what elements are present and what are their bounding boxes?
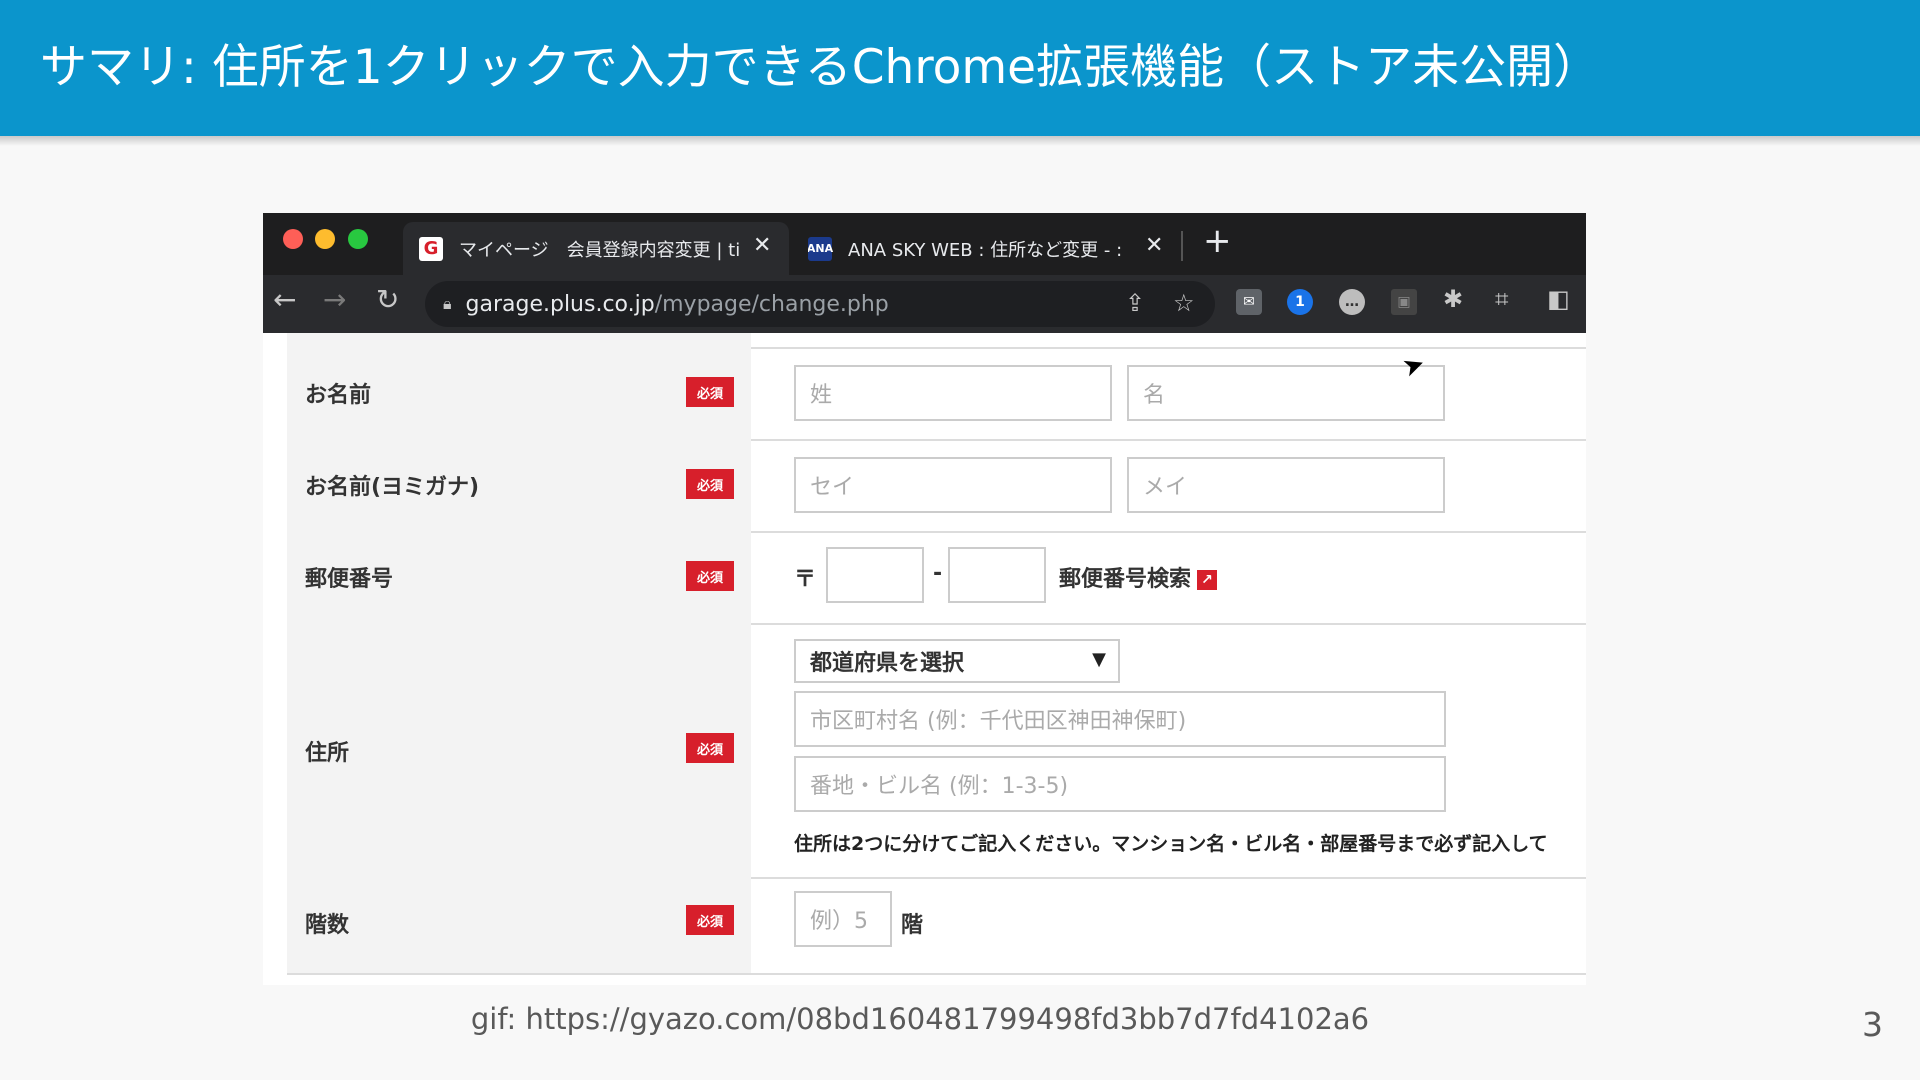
side-panel-icon[interactable]: ◧	[1547, 285, 1570, 313]
lock-icon: 🔒︎	[443, 294, 452, 313]
first-name-kana-input[interactable]: メイ	[1127, 457, 1445, 513]
back-arrow-icon[interactable]: ←	[273, 283, 296, 316]
last-name-kana-input[interactable]: セイ	[794, 457, 1112, 513]
caret-down-icon: ▼	[1092, 649, 1106, 670]
tab-title: マイページ 会員登録内容変更 | ti	[459, 239, 741, 261]
chat-extension-icon[interactable]: …	[1339, 289, 1365, 315]
tab-close-icon[interactable]: ✕	[1145, 233, 1163, 258]
last-name-input[interactable]: 姓	[794, 365, 1112, 421]
required-badge: 必須	[686, 469, 734, 499]
mail-extension-icon[interactable]: ✉	[1236, 289, 1262, 315]
floor-suffix: 階	[901, 913, 924, 938]
address-bar[interactable]: 🔒︎ garage.plus.co.jp/mypage/change.php ⇪…	[425, 281, 1215, 327]
form-row-name-kana: お名前(ヨミガナ) 必須 セイ メイ	[287, 439, 1586, 533]
forward-arrow-icon[interactable]: →	[323, 283, 346, 316]
tab-mypage[interactable]: G マイページ 会員登録内容変更 | ti	[403, 222, 789, 275]
address-note: 住所は2つに分けてご記入ください。マンション名・ビル名・部屋番号まで必ず記入して	[794, 833, 1548, 855]
window-zoom-button[interactable]	[348, 229, 368, 249]
postal-search-label: 郵便番号検索	[1059, 567, 1192, 592]
image-extension-icon[interactable]: ▣	[1391, 289, 1417, 315]
slide-title: サマリ: 住所を1クリックで入力できるChrome拡張機能（ストア未公開）	[40, 40, 1601, 95]
reload-icon[interactable]: ↻	[376, 283, 399, 316]
required-badge: 必須	[686, 905, 734, 935]
city-input[interactable]: 市区町村名 (例：千代田区神田神保町)	[794, 691, 1446, 747]
postal-code-label: 郵便番号	[305, 567, 394, 592]
bookmark-star-icon[interactable]: ☆	[1173, 289, 1195, 317]
gif-caption: gif: https://gyazo.com/08bd160481799498f…	[470, 1002, 1370, 1036]
header-shadow	[0, 136, 1920, 146]
prefecture-select[interactable]: 都道府県を選択 ▼	[794, 639, 1120, 683]
postal-code-first-input[interactable]	[826, 547, 924, 603]
slide-header: サマリ: 住所を1クリックで入力できるChrome拡張機能（ストア未公開）	[0, 0, 1920, 136]
address-label: 住所	[305, 741, 350, 766]
external-link-icon: ↗	[1197, 570, 1218, 590]
floor-label: 階数	[305, 913, 350, 938]
postal-search-link[interactable]: 郵便番号検索 ↗	[1059, 561, 1218, 593]
postal-mark: 〒	[794, 567, 817, 592]
form-row-address: 住所 必須 都道府県を選択 ▼ 市区町村名 (例：千代田区神田神保町) 番地・ビ…	[287, 623, 1586, 879]
floor-input[interactable]: 例）5	[794, 891, 892, 947]
form-row-floor: 階数 必須 例）5 階	[287, 877, 1586, 975]
tab-title: ANA SKY WEB : 住所など変更 - :	[848, 239, 1123, 261]
postal-code-second-input[interactable]	[948, 547, 1046, 603]
form-row-name: お名前 必須 姓 名	[287, 347, 1586, 441]
tab-separator	[1181, 231, 1183, 261]
form-row-postal-code: 郵便番号 必須 〒 - 郵便番号検索 ↗	[287, 531, 1586, 625]
new-tab-icon[interactable]: +	[1203, 221, 1232, 261]
window-close-button[interactable]	[283, 229, 303, 249]
cast-icon[interactable]: ⌗	[1495, 285, 1509, 313]
name-kana-label: お名前(ヨミガナ)	[305, 475, 480, 500]
tab-close-icon[interactable]: ✕	[753, 233, 771, 258]
extensions-puzzle-icon[interactable]: ✱	[1443, 285, 1463, 313]
page-number: 3	[1862, 1005, 1883, 1044]
required-badge: 必須	[686, 733, 734, 763]
required-badge: 必須	[686, 561, 734, 591]
street-input[interactable]: 番地・ビル名 (例：1-3-5)	[794, 756, 1446, 812]
password-extension-icon[interactable]: 1	[1287, 289, 1313, 315]
name-label: お名前	[305, 383, 372, 408]
tab-strip: G マイページ 会員登録内容変更 | ti ✕ ANA ANA SKY WEB …	[263, 213, 1586, 275]
embedded-browser-screenshot: G マイページ 会員登録内容変更 | ti ✕ ANA ANA SKY WEB …	[263, 213, 1586, 985]
first-name-input[interactable]: 名	[1127, 365, 1445, 421]
window-minimize-button[interactable]	[315, 229, 335, 249]
tab-ana[interactable]: ANA ANA SKY WEB : 住所など変更 - :	[808, 222, 1153, 275]
ana-favicon-icon: ANA	[808, 236, 833, 261]
url-path: /mypage/change.php	[654, 291, 889, 317]
browser-toolbar: ← → ↻ 🔒︎ garage.plus.co.jp/mypage/change…	[263, 275, 1586, 333]
garage-favicon-icon: G	[419, 236, 443, 261]
share-icon[interactable]: ⇪	[1125, 289, 1145, 317]
required-badge: 必須	[686, 377, 734, 407]
postal-dash: -	[933, 561, 943, 586]
url-host: garage.plus.co.jp	[465, 291, 655, 317]
prefecture-select-value: 都道府県を選択	[810, 651, 965, 676]
